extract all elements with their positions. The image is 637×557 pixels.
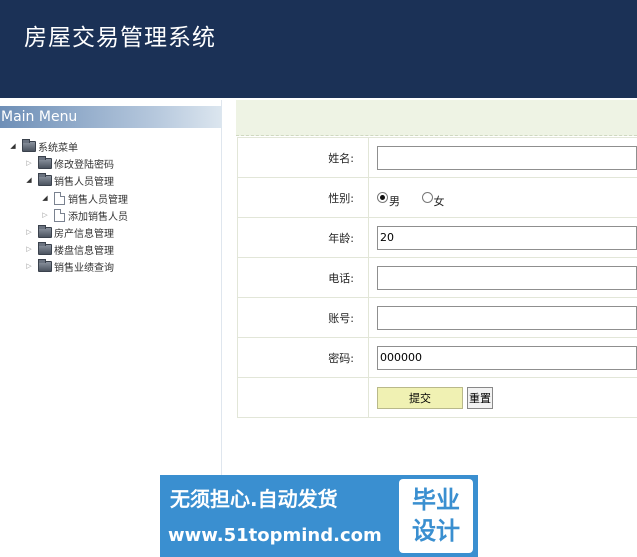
collapse-toggle-icon[interactable]: ▷	[24, 262, 34, 270]
staff-form: 姓名: 性别: 男 女 年龄: 电话: 账号: 密码: 提交重置	[237, 137, 637, 418]
folder-icon	[38, 258, 52, 272]
name-input[interactable]	[377, 145, 637, 170]
page-icon	[54, 208, 65, 222]
tree-item-estate-info[interactable]: ▷ 楼盘信息管理	[24, 241, 114, 257]
gender-male-label: 男	[389, 194, 400, 208]
account-input[interactable]	[377, 305, 637, 330]
reset-button[interactable]: 重置	[467, 386, 493, 409]
sidebar-title: Main Menu	[0, 106, 222, 128]
page-icon	[54, 191, 65, 205]
password-label: 密码:	[237, 337, 369, 378]
tree-root-system-menu[interactable]: ◢ 系统菜单	[8, 138, 78, 154]
expand-toggle-icon[interactable]: ◢	[40, 194, 50, 202]
watermark-slogan: 无须担心.自动发货	[170, 487, 338, 511]
watermark-banner: 无须担心.自动发货 www.51topmind.com 毕业 设计	[160, 475, 478, 557]
account-label: 账号:	[237, 297, 369, 338]
tree-item-property-info[interactable]: ▷ 房产信息管理	[24, 224, 114, 240]
phone-label: 电话:	[237, 257, 369, 298]
tree-item-sales-performance[interactable]: ▷ 销售业绩查询	[24, 258, 114, 274]
content-toolbar	[236, 100, 637, 136]
gender-female-radio[interactable]	[421, 191, 433, 203]
expand-toggle-icon[interactable]: ◢	[8, 142, 18, 150]
watermark-logo: 毕业 设计	[399, 479, 473, 553]
tree-label: 修改登陆密码	[54, 159, 114, 171]
tree-item-sales-staff-management[interactable]: ◢ 销售人员管理	[24, 172, 114, 188]
gender-female-label: 女	[433, 194, 445, 208]
form-row-password: 密码:	[237, 337, 637, 378]
expand-toggle-icon[interactable]: ◢	[24, 176, 34, 184]
collapse-toggle-icon[interactable]: ▷	[40, 211, 50, 219]
form-row-phone: 电话:	[237, 257, 637, 298]
password-input[interactable]	[377, 345, 637, 370]
watermark-logo-text: 毕业 设计	[412, 486, 460, 545]
form-row-account: 账号:	[237, 297, 637, 338]
form-row-age: 年龄:	[237, 217, 637, 258]
phone-input[interactable]	[377, 265, 637, 290]
folder-icon	[38, 241, 52, 255]
collapse-toggle-icon[interactable]: ▷	[24, 245, 34, 253]
app-header: 房屋交易管理系统	[0, 0, 637, 98]
form-row-gender: 性别: 男 女	[237, 177, 637, 218]
tree-label: 销售人员管理	[54, 176, 114, 188]
gender-male-radio[interactable]	[377, 191, 388, 203]
form-row-actions: 提交 重置	[237, 377, 637, 418]
tree-item-add-sales-staff[interactable]: ▷ 添加销售人员	[40, 207, 128, 223]
collapse-toggle-icon[interactable]: ▷	[24, 228, 34, 236]
app-title: 房屋交易管理系统	[24, 25, 216, 51]
tree-label: 销售业绩查询	[54, 262, 114, 274]
folder-icon	[38, 155, 52, 169]
watermark-url: www.51topmind.com	[168, 525, 382, 546]
folder-icon	[38, 172, 52, 186]
gender-label: 性别:	[237, 177, 369, 218]
tree-label: 销售人员管理	[68, 194, 128, 206]
tree-item-change-password[interactable]: ▷ 修改登陆密码	[24, 155, 114, 171]
tree-label: 添加销售人员	[68, 211, 128, 223]
folder-icon	[38, 224, 52, 238]
tree-label: 房产信息管理	[54, 228, 114, 240]
age-input[interactable]	[377, 225, 637, 250]
form-row-name: 姓名:	[237, 137, 637, 178]
folder-icon	[22, 138, 36, 152]
collapse-toggle-icon[interactable]: ▷	[24, 159, 34, 167]
age-label: 年龄:	[237, 217, 369, 258]
submit-button[interactable]: 提交	[377, 386, 463, 409]
tree-label: 楼盘信息管理	[54, 245, 114, 257]
tree-item-sales-staff-list[interactable]: ◢ 销售人员管理	[40, 190, 128, 206]
name-label: 姓名:	[237, 137, 369, 178]
tree-label: 系统菜单	[38, 142, 78, 154]
